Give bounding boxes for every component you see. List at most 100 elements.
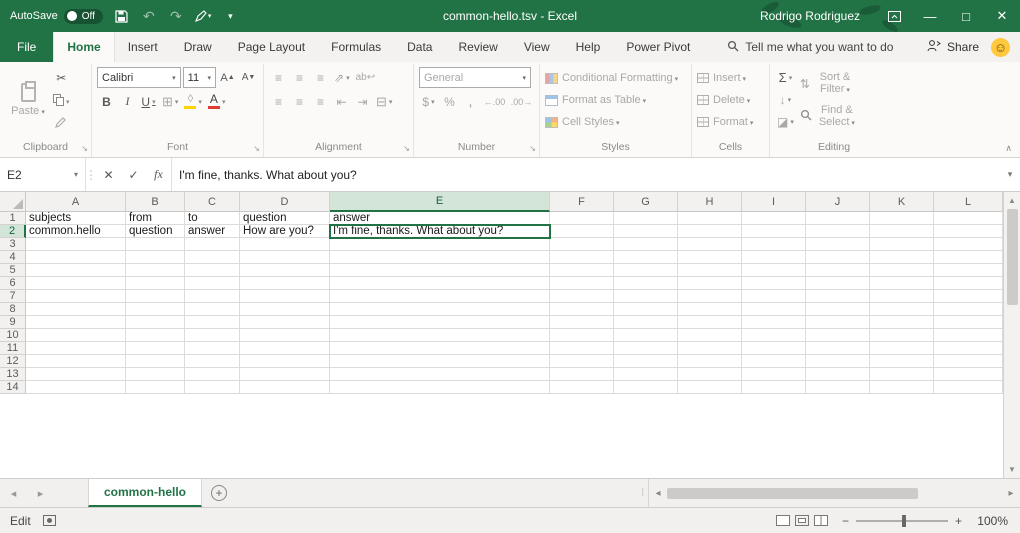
row-header-5[interactable]: 5 [0, 264, 26, 277]
cell-H14[interactable] [678, 381, 742, 394]
cell-I1[interactable] [742, 212, 806, 225]
save-icon[interactable] [114, 10, 130, 23]
cell-D6[interactable] [240, 277, 330, 290]
cell-D14[interactable] [240, 381, 330, 394]
cell-I11[interactable] [742, 342, 806, 355]
cell-E12[interactable] [330, 355, 550, 368]
feedback-smiley-icon[interactable]: ☺ [991, 38, 1010, 57]
cell-C6[interactable] [185, 277, 240, 290]
increase-decimal-button[interactable]: ←.00 [482, 91, 507, 112]
cell-D4[interactable] [240, 251, 330, 264]
cell-C2[interactable]: answer [185, 225, 240, 238]
align-bottom-button[interactable]: ≡ [311, 67, 330, 88]
cell-F7[interactable] [550, 290, 614, 303]
cell-I8[interactable] [742, 303, 806, 316]
ribbon-display-options-icon[interactable] [876, 0, 912, 32]
fill-color-button[interactable]: ◊ [182, 91, 204, 112]
row-header-1[interactable]: 1 [0, 212, 26, 225]
cell-A12[interactable] [26, 355, 126, 368]
cell-A6[interactable] [26, 277, 126, 290]
cell-A14[interactable] [26, 381, 126, 394]
cell-E3[interactable] [330, 238, 550, 251]
cell-F1[interactable] [550, 212, 614, 225]
cell-G1[interactable] [614, 212, 678, 225]
cell-K5[interactable] [870, 264, 934, 277]
cell-L9[interactable] [934, 316, 1003, 329]
cell-E6[interactable] [330, 277, 550, 290]
cell-F2[interactable] [550, 225, 614, 238]
tell-me-box[interactable]: Tell me what you want to do [727, 32, 893, 62]
cell-B4[interactable] [126, 251, 185, 264]
cell-B14[interactable] [126, 381, 185, 394]
scroll-up-icon[interactable]: ▲ [1004, 192, 1020, 209]
cell-I4[interactable] [742, 251, 806, 264]
column-header-E[interactable]: E [330, 192, 550, 212]
column-header-H[interactable]: H [678, 192, 742, 212]
cell-J1[interactable] [806, 212, 870, 225]
cell-A4[interactable] [26, 251, 126, 264]
autosave-state[interactable]: Off [64, 9, 103, 24]
underline-button[interactable]: U [139, 91, 158, 112]
cell-D3[interactable] [240, 238, 330, 251]
cell-H7[interactable] [678, 290, 742, 303]
cell-K4[interactable] [870, 251, 934, 264]
find-select-button[interactable]: Find & Select [800, 100, 859, 133]
orientation-button[interactable]: ⇗ [332, 67, 352, 88]
cell-E8[interactable] [330, 303, 550, 316]
cell-F8[interactable] [550, 303, 614, 316]
cell-D8[interactable] [240, 303, 330, 316]
format-cells-button[interactable]: Format [697, 111, 764, 133]
cell-L8[interactable] [934, 303, 1003, 316]
cell-I7[interactable] [742, 290, 806, 303]
cell-G13[interactable] [614, 368, 678, 381]
align-right-button[interactable]: ≡ [311, 91, 330, 112]
select-all-button[interactable] [0, 192, 26, 212]
cell-D9[interactable] [240, 316, 330, 329]
cancel-button[interactable]: ✕ [96, 158, 121, 191]
cell-B2[interactable]: question [126, 225, 185, 238]
cell-H2[interactable] [678, 225, 742, 238]
cell-I14[interactable] [742, 381, 806, 394]
cell-K12[interactable] [870, 355, 934, 368]
cell-K2[interactable] [870, 225, 934, 238]
row-header-4[interactable]: 4 [0, 251, 26, 264]
cell-G12[interactable] [614, 355, 678, 368]
cell-B10[interactable] [126, 329, 185, 342]
cell-A10[interactable] [26, 329, 126, 342]
format-as-table-button[interactable]: Format as Table [545, 89, 686, 111]
cell-D2[interactable]: How are you? [240, 225, 330, 238]
cell-F14[interactable] [550, 381, 614, 394]
borders-button[interactable]: ⊞ [160, 91, 180, 112]
decrease-indent-button[interactable]: ⇤ [332, 91, 351, 112]
next-sheet-icon[interactable]: ▸ [27, 479, 54, 507]
row-header-11[interactable]: 11 [0, 342, 26, 355]
cell-F4[interactable] [550, 251, 614, 264]
zoom-slider-thumb[interactable] [902, 515, 906, 527]
cell-J11[interactable] [806, 342, 870, 355]
column-header-J[interactable]: J [806, 192, 870, 212]
cell-E4[interactable] [330, 251, 550, 264]
font-color-button[interactable]: A [206, 91, 228, 112]
cell-D1[interactable]: question [240, 212, 330, 225]
cell-styles-button[interactable]: Cell Styles [545, 111, 686, 133]
cell-B7[interactable] [126, 290, 185, 303]
cell-E5[interactable] [330, 264, 550, 277]
tab-review[interactable]: Review [445, 32, 510, 62]
italic-button[interactable]: I [118, 91, 137, 112]
cell-B3[interactable] [126, 238, 185, 251]
cell-G2[interactable] [614, 225, 678, 238]
cell-C7[interactable] [185, 290, 240, 303]
cell-J9[interactable] [806, 316, 870, 329]
cell-C5[interactable] [185, 264, 240, 277]
cell-B11[interactable] [126, 342, 185, 355]
clear-button[interactable]: ◪ [775, 111, 796, 132]
merge-center-button[interactable]: ⊟ [374, 91, 394, 112]
cell-F10[interactable] [550, 329, 614, 342]
normal-view-icon[interactable] [776, 515, 790, 526]
cell-C3[interactable] [185, 238, 240, 251]
cell-F11[interactable] [550, 342, 614, 355]
decrease-font-size-button[interactable]: A▼ [239, 67, 258, 88]
cell-C10[interactable] [185, 329, 240, 342]
zoom-level[interactable]: 100% [972, 514, 1008, 528]
align-center-button[interactable]: ≡ [290, 91, 309, 112]
